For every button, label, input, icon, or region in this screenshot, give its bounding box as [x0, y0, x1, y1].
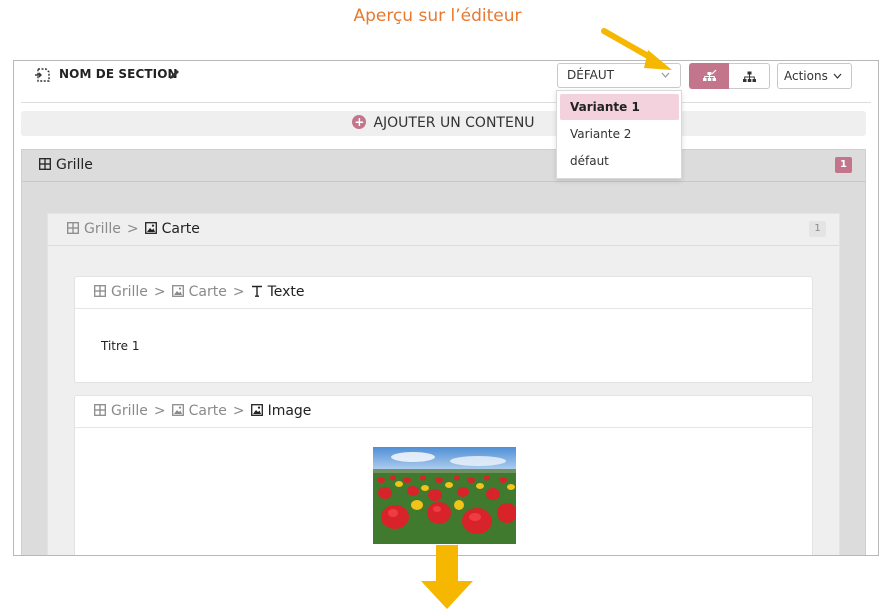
crumb-separator: > [153, 284, 166, 300]
hierarchy-icon [743, 71, 756, 82]
breadcrumb: Grille > Carte > Texte [94, 284, 305, 300]
card-panel: Grille > Carte 1 Grille > Carte > Texte … [47, 213, 840, 555]
image-card-label: Image [267, 403, 312, 419]
hierarchy-edit-icon [703, 69, 717, 81]
plus-circle-icon: + [352, 115, 367, 129]
pencil-icon[interactable] [168, 68, 181, 81]
grid-icon [67, 222, 79, 234]
breadcrumb: Grille > Carte > Image [94, 403, 311, 419]
text-content[interactable]: Titre 1 [101, 339, 140, 353]
grid-label: Grille [56, 157, 93, 173]
image-icon [171, 404, 184, 416]
arrow-annotation-icon [601, 28, 672, 70]
add-content-label: AJOUTER UN CONTENU [373, 115, 535, 131]
image-card: Grille > Carte > Image [74, 395, 813, 555]
section-title: NOM DE SECTION [59, 67, 178, 81]
grid-panel-header[interactable]: Grille 1 [22, 150, 865, 182]
crumb-separator: > [232, 284, 245, 300]
image-icon [171, 285, 184, 297]
text-card-header[interactable]: Grille > Carte > Texte [75, 277, 812, 309]
grid-panel: Grille 1 Grille > Carte 1 Grille > Carte… [21, 149, 866, 555]
crumb-separator: > [153, 403, 166, 419]
grid-icon [94, 404, 106, 416]
toolbar-divider [21, 102, 871, 103]
dropdown-option-defaut[interactable]: défaut [560, 148, 679, 174]
dropdown-option-variante-1[interactable]: Variante 1 [560, 94, 679, 120]
crumb-separator: > [126, 221, 139, 237]
crumb-card[interactable]: Carte [189, 403, 227, 419]
arrow-down-icon [421, 545, 473, 609]
crumb-grid[interactable]: Grille [111, 403, 148, 419]
section-toolbar: NOM DE SECTION DÉFAUT Actions [14, 61, 878, 103]
count-badge: 1 [835, 157, 852, 173]
card-label: Carte [161, 221, 200, 237]
grid-icon [94, 285, 106, 297]
crumb-separator: > [232, 403, 245, 419]
text-icon [251, 285, 262, 297]
crumb-card[interactable]: Carte [189, 284, 227, 300]
variant-dropdown-menu: Variante 1 Variante 2 défaut [556, 90, 682, 179]
image-icon [144, 222, 157, 234]
editor-caption: Aperçu sur l’éditeur [353, 6, 522, 26]
grid-icon [39, 158, 51, 170]
editor-frame: NOM DE SECTION DÉFAUT Actions + AJOUTER … [13, 60, 879, 556]
crumb-grid[interactable]: Grille [84, 221, 121, 237]
count-badge: 1 [809, 221, 826, 237]
actions-dropdown[interactable]: Actions [777, 63, 852, 89]
dropdown-option-variante-2[interactable]: Variante 2 [560, 121, 679, 147]
breadcrumb: Grille > Carte [67, 221, 200, 237]
text-card-label: Texte [267, 284, 305, 300]
section-icon [35, 68, 50, 82]
variant-preview-button[interactable] [689, 63, 729, 89]
actions-label: Actions [784, 69, 828, 83]
breadcrumb: Grille [39, 157, 93, 173]
tulip-field-image[interactable] [373, 447, 516, 544]
card-panel-header[interactable]: Grille > Carte 1 [48, 214, 839, 246]
add-content-button[interactable]: + AJOUTER UN CONTENU [21, 111, 866, 136]
view-toggle-group [689, 63, 771, 89]
image-icon [250, 404, 263, 416]
chevron-down-icon [833, 73, 842, 79]
image-card-header[interactable]: Grille > Carte > Image [75, 396, 812, 428]
text-card: Grille > Carte > Texte Titre 1 [74, 276, 813, 383]
crumb-grid[interactable]: Grille [111, 284, 148, 300]
hierarchy-view-button[interactable] [729, 63, 770, 89]
